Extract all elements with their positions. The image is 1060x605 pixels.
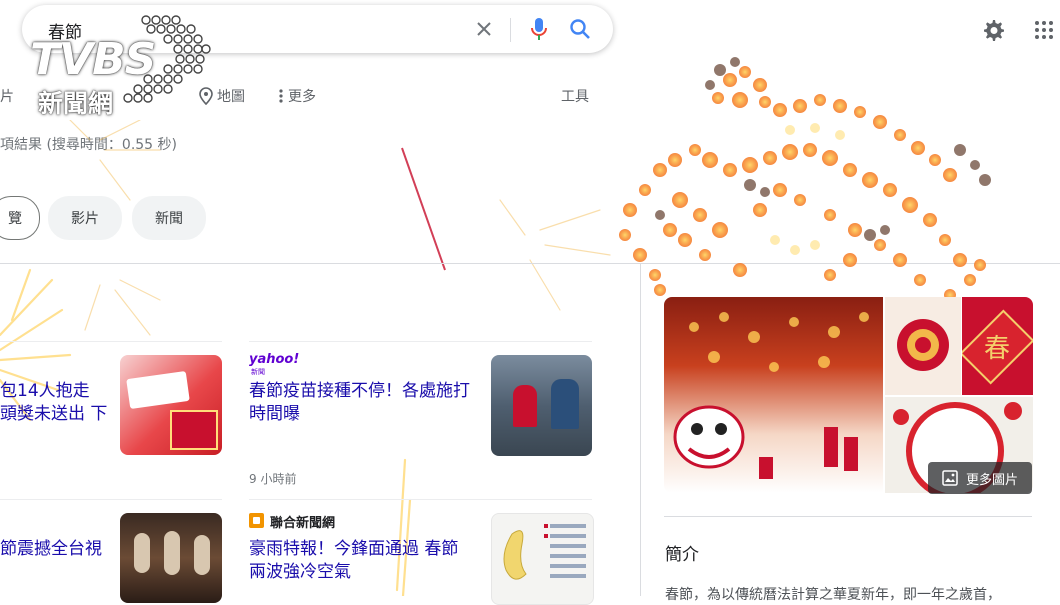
news-thumbnail [491, 513, 594, 605]
more-vert-icon [279, 89, 283, 103]
tvbs-logo-text: TVBS [30, 34, 156, 85]
news-title-line: 春節疫苗接種不停！各處施打 [249, 381, 470, 401]
tab-partial[interactable]: 片 [0, 86, 14, 106]
intro-text: 春節，為以傳統曆法計算之華夏新年，即一年之歲首， [665, 587, 1001, 603]
news-source-sub: 新聞 [251, 368, 265, 376]
red-pattern-illustration [897, 319, 949, 371]
card-divider [0, 499, 222, 500]
chip-overview-label: 覽 [8, 211, 22, 227]
news-thumbnail [491, 355, 592, 456]
chip-news[interactable]: 新聞 [132, 196, 206, 240]
news-source-logo: yahoo! [249, 352, 300, 367]
close-icon [477, 22, 491, 36]
news-title-line: 時間曝 [249, 404, 300, 424]
chip-news-label: 新聞 [155, 211, 183, 227]
news-card[interactable]: 聯合新聞網 豪雨特報！今鋒面通過 春節 兩波強冷空氣 [249, 508, 594, 605]
image-icon [942, 470, 958, 486]
chip-videos[interactable]: 影片 [48, 196, 122, 240]
chip-overview[interactable]: 覽 [0, 196, 40, 240]
tab-partial-label: 片 [0, 89, 14, 105]
intro-heading: 簡介 [665, 545, 699, 565]
news-thumbnail [120, 513, 222, 603]
chun-character-illustration: 春 [962, 309, 1033, 385]
search-icon [570, 19, 590, 39]
apps-grid-icon [1035, 21, 1053, 39]
gear-icon [984, 20, 1004, 41]
tab-more-label: 更多 [288, 89, 316, 105]
image-result-red-pattern[interactable] [885, 297, 961, 395]
image-result-chun[interactable]: 春 [962, 297, 1033, 395]
apps-button[interactable] [1032, 18, 1056, 42]
tab-maps[interactable]: 地圖 [199, 86, 245, 106]
news-title-line: 兩波強冷空氣 [249, 562, 351, 582]
tab-maps-label: 地圖 [217, 89, 245, 105]
news-title-line: 頭獎未送出 下 [0, 404, 108, 424]
clear-search-button[interactable] [472, 17, 496, 41]
news-time: 9 小時前 [249, 472, 297, 486]
microphone-icon [531, 18, 547, 40]
tools-label: 工具 [561, 89, 589, 105]
news-thumbnail [120, 355, 222, 455]
chip-videos-label: 影片 [71, 211, 99, 227]
news-title: 節震撼全台視 [0, 539, 102, 559]
weather-map-graphic [503, 524, 586, 580]
tvbs-logo: TVBS 新聞網 [28, 14, 213, 118]
news-title: 春節疫苗接種不停！各處施打 時間曝 [249, 380, 484, 426]
search-divider [510, 18, 511, 42]
card-divider [249, 499, 592, 500]
news-title-line: 豪雨特報！今鋒面通過 春節 [249, 539, 459, 559]
card-divider [0, 341, 222, 342]
more-images-label: 更多圖片 [965, 472, 1018, 488]
search-button[interactable] [567, 16, 593, 42]
lion-dance-illustration [673, 312, 869, 479]
news-title: 豪雨特報！今鋒面通過 春節 兩波強冷空氣 [249, 538, 484, 584]
news-card[interactable]: 包14人抱走 頭獎未送出 下 [0, 350, 225, 480]
tab-more[interactable]: 更多 [278, 86, 316, 106]
news-title: 包14人抱走 頭獎未送出 下 [0, 380, 110, 426]
card-divider [249, 341, 592, 342]
panel-section-divider [664, 516, 1032, 517]
news-card[interactable]: yahoo! 新聞 春節疫苗接種不停！各處施打 時間曝 9 小時前 [249, 350, 594, 490]
news-source: 聯合新聞網 [270, 516, 336, 531]
voice-search-button[interactable] [526, 16, 552, 42]
svg-text:春: 春 [984, 334, 1010, 364]
tvbs-logo-subtitle: 新聞網 [38, 89, 114, 118]
map-pin-icon [199, 87, 213, 105]
image-result-lion-dance[interactable] [664, 297, 883, 493]
news-title-line: 包14人抱走 [0, 381, 90, 401]
news-card[interactable]: 節震撼全台視 [0, 508, 225, 603]
tools-button[interactable]: 工具 [561, 86, 589, 106]
udn-logo-icon [249, 513, 264, 528]
more-images-button[interactable]: 更多圖片 [928, 462, 1032, 494]
